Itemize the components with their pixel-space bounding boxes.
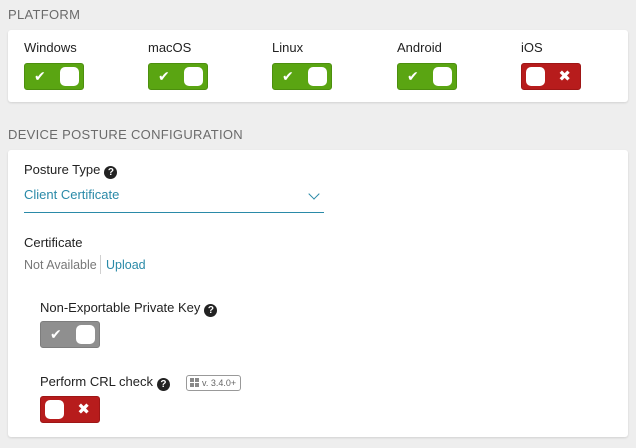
platform-windows-label: Windows (24, 40, 77, 55)
non-exportable-key-toggle[interactable]: ✔ (40, 321, 100, 348)
toggle-knob (76, 325, 95, 344)
toggle-knob (60, 67, 79, 86)
platform-card: Windows ✔ macOS ✔ Linux ✔ Android ✔ iOS … (8, 30, 628, 102)
posture-type-value: Client Certificate (24, 187, 120, 202)
platform-linux-label: Linux (272, 40, 304, 55)
check-icon: ✔ (282, 68, 294, 84)
windows-logo-icon (190, 378, 199, 387)
windows-toggle[interactable]: ✔ (24, 63, 84, 90)
non-exportable-key-label-row: Non-Exportable Private Key? (40, 300, 218, 317)
platform-windows: Windows (24, 40, 77, 58)
platform-macos-label: macOS (148, 40, 192, 55)
certificate-upload-link[interactable]: Upload (106, 258, 146, 272)
help-circle-icon[interactable]: ? (156, 378, 170, 391)
android-toggle[interactable]: ✔ (397, 63, 457, 90)
macos-toggle[interactable]: ✔ (148, 63, 208, 90)
non-exportable-key-label: Non-Exportable Private Key (40, 300, 201, 315)
platform-section-title: PLATFORM (8, 7, 81, 22)
toggle-knob (45, 400, 64, 419)
check-icon: ✔ (407, 68, 419, 84)
check-icon: ✔ (158, 68, 170, 84)
ios-toggle[interactable]: ✖ (521, 63, 581, 90)
check-icon: ✔ (50, 326, 62, 342)
help-circle-icon[interactable]: ? (104, 166, 118, 179)
device-posture-section-title: DEVICE POSTURE CONFIGURATION (8, 127, 243, 142)
certificate-status: Not Available (24, 258, 97, 272)
crl-check-label-row: Perform CRL check? (40, 374, 170, 391)
device-posture-card: Posture Type? Client Certificate Certifi… (8, 150, 628, 437)
certificate-divider (100, 255, 101, 274)
posture-type-label-row: Posture Type? (24, 162, 118, 179)
platform-ios-label: iOS (521, 40, 543, 55)
posture-type-select[interactable]: Client Certificate (24, 182, 324, 213)
check-icon: ✔ (34, 68, 46, 84)
toggle-knob (526, 67, 545, 86)
version-badge: v. 3.4.0+ (186, 375, 242, 391)
toggle-knob (308, 67, 327, 86)
version-badge-text: v. 3.4.0+ (202, 378, 237, 388)
platform-macos: macOS (148, 40, 191, 58)
platform-ios: iOS (521, 40, 543, 58)
toggle-knob (433, 67, 452, 86)
posture-type-label: Posture Type (24, 162, 101, 177)
platform-android-label: Android (397, 40, 442, 55)
close-icon: ✖ (77, 401, 90, 418)
platform-android: Android (397, 40, 442, 58)
help-circle-icon[interactable]: ? (204, 304, 218, 317)
close-icon: ✖ (558, 68, 571, 85)
chevron-down-icon (308, 188, 320, 200)
toggle-knob (184, 67, 203, 86)
platform-linux: Linux (272, 40, 303, 58)
crl-check-toggle[interactable]: ✖ (40, 396, 100, 423)
crl-check-label: Perform CRL check (40, 374, 153, 389)
certificate-label: Certificate (24, 235, 83, 250)
linux-toggle[interactable]: ✔ (272, 63, 332, 90)
